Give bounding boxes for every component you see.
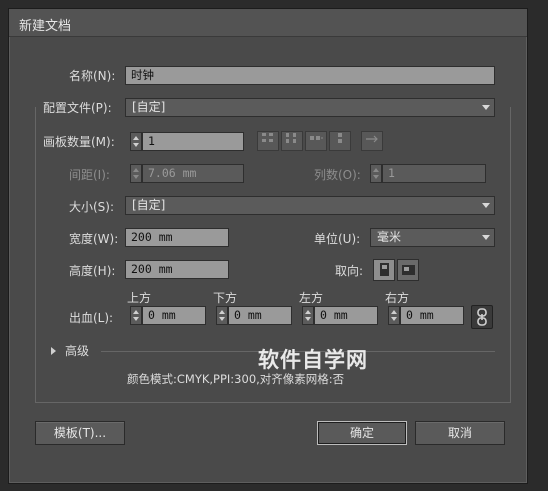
cancel-button[interactable]: 取消 xyxy=(415,421,505,445)
expand-triangle-icon[interactable] xyxy=(51,347,56,355)
title-bar[interactable]: 新建文档 xyxy=(9,9,527,37)
bleed-right-stepper[interactable] xyxy=(388,306,400,325)
dialog-title: 新建文档 xyxy=(19,19,72,34)
arrange-by-column-icon[interactable] xyxy=(329,131,351,151)
chain-link-icon[interactable] xyxy=(471,305,493,329)
bleed-right-label: 右方 xyxy=(385,291,410,305)
name-label: 名称(N): xyxy=(69,69,116,83)
size-select[interactable]: [自定] xyxy=(125,196,495,215)
name-input[interactable]: 时钟 xyxy=(125,66,495,85)
bleed-bottom-label: 下方 xyxy=(213,291,238,305)
bleed-bottom-stepper[interactable] xyxy=(216,306,228,325)
chevron-down-icon xyxy=(482,203,490,208)
spacing-stepper[interactable] xyxy=(130,164,142,183)
arrange-by-row-icon[interactable] xyxy=(305,131,327,151)
height-label: 高度(H): xyxy=(69,264,116,278)
grid-by-row-icon[interactable] xyxy=(257,131,279,151)
units-select-value: 毫米 xyxy=(377,230,402,244)
bleed-top-label: 上方 xyxy=(127,291,152,305)
width-label: 宽度(W): xyxy=(69,232,119,246)
grid-by-column-icon[interactable] xyxy=(281,131,303,151)
size-select-value: [自定] xyxy=(132,198,166,212)
new-document-dialog: 新建文档 名称(N): 时钟 配置文件(P): [自定] 画板数量(M): 1 … xyxy=(8,8,528,484)
advanced-toggle[interactable]: 高级 xyxy=(65,343,89,359)
orientation-label: 取向: xyxy=(335,264,364,278)
bleed-label: 出血(L): xyxy=(69,311,114,325)
height-input[interactable]: 200 mm xyxy=(125,260,229,279)
size-label: 大小(S): xyxy=(69,200,115,214)
chevron-down-icon xyxy=(482,235,490,240)
bleed-left-input[interactable]: 0 mm xyxy=(314,306,378,325)
width-input[interactable]: 200 mm xyxy=(125,228,229,247)
artboards-input[interactable]: 1 xyxy=(142,132,244,151)
columns-label: 列数(O): xyxy=(314,168,361,182)
portrait-icon[interactable] xyxy=(373,259,395,281)
ok-button[interactable]: 确定 xyxy=(317,421,407,445)
bleed-left-stepper[interactable] xyxy=(302,306,314,325)
artboards-stepper[interactable] xyxy=(130,132,142,151)
spacing-input[interactable]: 7.06 mm xyxy=(142,164,244,183)
bleed-right-input[interactable]: 0 mm xyxy=(400,306,464,325)
bleed-top-stepper[interactable] xyxy=(130,306,142,325)
bleed-bottom-input[interactable]: 0 mm xyxy=(228,306,292,325)
units-label: 单位(U): xyxy=(314,232,361,246)
watermark-text: 软件自学网 xyxy=(258,348,368,372)
templates-button[interactable]: 模板(T)... xyxy=(35,421,125,445)
document-summary: 颜色模式:CMYK,PPI:300,对齐像素网格:否 xyxy=(127,372,345,386)
columns-input[interactable]: 1 xyxy=(382,164,486,183)
bleed-left-label: 左方 xyxy=(299,291,324,305)
columns-stepper[interactable] xyxy=(370,164,382,183)
artboards-label: 画板数量(M): xyxy=(43,135,115,149)
landscape-icon[interactable] xyxy=(397,259,419,281)
units-select[interactable]: 毫米 xyxy=(370,228,495,247)
spacing-label: 间距(I): xyxy=(69,168,110,182)
bleed-top-input[interactable]: 0 mm xyxy=(142,306,206,325)
right-to-left-icon[interactable] xyxy=(361,131,383,151)
